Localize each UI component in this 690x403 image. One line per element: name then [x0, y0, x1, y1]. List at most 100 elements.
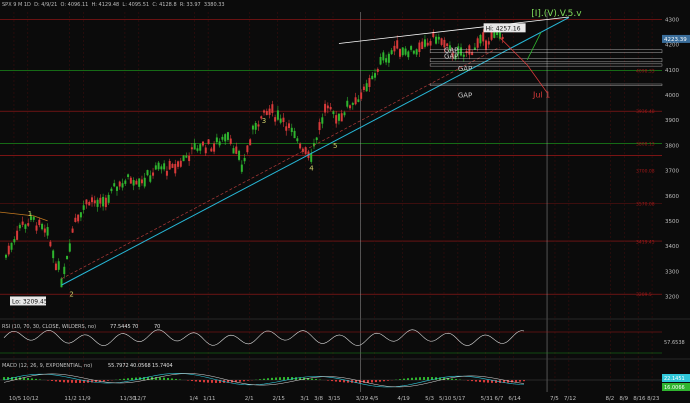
- candle-body: [376, 68, 379, 72]
- candle-body: [138, 178, 141, 187]
- candle-body: [396, 40, 399, 49]
- x-tick-label: 1/4: [189, 396, 198, 402]
- candle-body: [5, 254, 7, 258]
- macd-histogram-bar: [171, 378, 173, 380]
- rsi-title: RSI (10, 70, 30, CLOSE, WILDERS, no): [2, 324, 96, 330]
- wave-label: 1: [28, 210, 32, 218]
- date-note-label: Jul 1: [532, 91, 550, 100]
- candle-body: [265, 111, 268, 115]
- x-tick-label: 11/9: [78, 396, 91, 402]
- candle-body: [71, 228, 74, 233]
- candle-body: [149, 175, 152, 182]
- candle-body: [482, 32, 485, 42]
- x-tick-label: 4/5: [370, 396, 379, 402]
- candle-body: [63, 266, 66, 275]
- right-value-label: 3936.48: [636, 109, 655, 115]
- rsi-legend-value: 70: [132, 324, 138, 330]
- candle-body: [163, 163, 166, 170]
- candle-body: [404, 48, 407, 55]
- candle-body: [473, 47, 476, 50]
- stock-chart: Hi: 4257.16 Lo: 3209.45 [I].(V).V.5.v Jul 1…: [0, 0, 690, 403]
- candle-body: [368, 77, 371, 87]
- macd-histogram-bar: [31, 378, 33, 380]
- gap-label: GAP: [444, 53, 458, 61]
- candle-body: [85, 199, 88, 205]
- x-tick-label: 8/23: [647, 396, 660, 402]
- candle-body: [254, 122, 257, 130]
- macd-histogram-bar: [483, 380, 485, 383]
- rsi-legend-value: 70: [154, 324, 160, 330]
- candle-body: [343, 112, 346, 116]
- macd-histogram-bar: [359, 380, 361, 383]
- candle-body: [263, 110, 266, 113]
- x-tick-label: 4/19: [397, 396, 410, 402]
- y-tick-label: 3800: [665, 143, 679, 149]
- candle-body: [235, 146, 238, 154]
- x-tick-label: 8/9: [619, 396, 628, 402]
- x-tick-label: 5/17: [453, 396, 466, 402]
- macd-histogram-bar: [247, 380, 249, 381]
- candle-body: [390, 50, 393, 55]
- macd-histogram-bar: [123, 378, 125, 380]
- x-tick-label: 12/7: [134, 396, 147, 402]
- macd-histogram-bar: [275, 377, 277, 380]
- right-value-label: 3808.13: [636, 141, 655, 147]
- candle-body: [357, 99, 360, 102]
- macd-histogram-bar: [207, 380, 209, 383]
- x-tick-label: 5/31: [481, 396, 493, 402]
- x-tick-label: 6/14: [508, 396, 521, 402]
- candle-body: [35, 225, 38, 231]
- candle-body: [46, 227, 49, 236]
- gap-label: GAP: [458, 92, 472, 100]
- candle-body: [299, 143, 302, 149]
- candle-body: [418, 42, 421, 53]
- macd-histogram-bar: [11, 377, 13, 380]
- macd-histogram-bar: [7, 377, 9, 380]
- candle-body: [371, 75, 374, 80]
- candle-body: [426, 42, 429, 46]
- macd-histogram-bar: [311, 378, 313, 380]
- candle-body: [182, 155, 185, 162]
- candle-body: [129, 177, 132, 184]
- candle-body: [140, 179, 143, 184]
- candle-body: [435, 36, 438, 44]
- macd-histogram-bar: [343, 380, 345, 383]
- candle-body: [171, 163, 174, 168]
- candle-body: [226, 132, 229, 140]
- macd-histogram-bar: [211, 380, 213, 383]
- macd-histogram-bar: [243, 380, 245, 382]
- date-value: D: 4/9/21: [34, 2, 58, 8]
- macd-histogram-bar: [487, 380, 489, 383]
- candle-body: [290, 127, 293, 133]
- candle-body: [179, 160, 182, 167]
- candle-body: [204, 147, 207, 154]
- high-label: Hi: 4257.16: [486, 25, 521, 32]
- macd-histogram-bar: [475, 380, 477, 382]
- y-tick-label: 3700: [665, 169, 679, 175]
- macd-histogram-bar: [203, 380, 205, 383]
- x-tick-label: 8/2: [605, 396, 614, 402]
- macd-histogram-bar: [403, 378, 405, 380]
- y-tick-label: 3200: [665, 294, 679, 300]
- candle-body: [460, 47, 463, 56]
- macd-histogram-bar: [427, 377, 429, 380]
- candle-body: [66, 255, 69, 260]
- gap-label: GAP: [458, 65, 472, 73]
- candle-body: [337, 113, 340, 121]
- rsi-side-label: 57.6538: [664, 340, 685, 346]
- y-tick-label: 4200: [665, 43, 679, 49]
- macd-histogram-bar: [523, 380, 525, 382]
- candle-body: [188, 155, 191, 162]
- wave-label: 5: [333, 142, 337, 150]
- candle-body: [487, 41, 490, 45]
- y-tick-label: 3500: [665, 219, 679, 225]
- candle-body: [365, 83, 368, 92]
- macd-legend-value: 15.7404: [152, 363, 173, 369]
- candle-body: [332, 111, 335, 115]
- macd-side-label: 16.0066: [664, 385, 685, 391]
- macd-histogram-bar: [367, 380, 369, 383]
- candle-body: [185, 155, 188, 158]
- macd-histogram-bar: [511, 380, 513, 383]
- candle-body: [115, 186, 118, 191]
- macd-histogram-bar: [163, 377, 165, 380]
